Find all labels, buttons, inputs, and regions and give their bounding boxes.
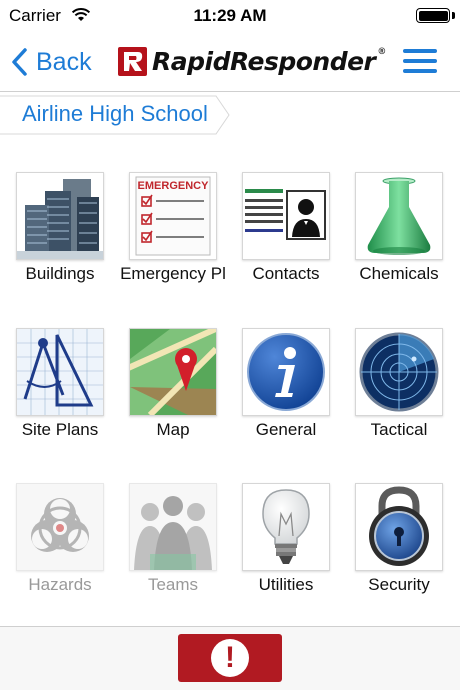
status-bar: Carrier 11:29 AM xyxy=(0,0,460,32)
tile-label: Site Plans xyxy=(21,420,99,439)
tile-label: Buildings xyxy=(25,264,95,283)
logo-text: RapidResponder ® xyxy=(152,46,386,76)
clock: 11:29 AM xyxy=(193,6,267,25)
app-logo: RapidResponder ® xyxy=(118,42,386,80)
tile-buildings[interactable]: Buildings xyxy=(5,172,115,302)
emergency-plan-image-text: EMERGENCY xyxy=(138,180,210,192)
tile-label: Map xyxy=(156,420,190,439)
tile-label: Security xyxy=(368,575,430,594)
battery-nub xyxy=(452,12,455,19)
tile-security[interactable]: Security xyxy=(344,483,454,613)
flask-icon xyxy=(355,172,443,260)
team-people-icon xyxy=(129,483,217,571)
tile-label: Hazards xyxy=(28,575,92,594)
tile-map[interactable]: Map xyxy=(118,328,228,458)
map-pin-icon xyxy=(129,328,217,416)
battery-icon xyxy=(416,8,450,23)
chevron-left-icon xyxy=(12,48,27,76)
tile-label: Contacts xyxy=(252,264,320,283)
tile-hazards[interactable]: Hazards xyxy=(5,483,115,613)
hamburger-menu-icon[interactable] xyxy=(403,49,437,75)
bottom-toolbar: ! xyxy=(0,626,460,690)
tile-label: Utilities xyxy=(258,575,314,594)
emergency-alert-button[interactable]: ! xyxy=(178,634,282,682)
light-bulb-icon xyxy=(242,483,330,571)
tile-utilities[interactable]: Utilities xyxy=(231,483,341,613)
nav-bar: Back RapidResponder ® xyxy=(0,32,460,92)
tile-site-plans[interactable]: Site Plans xyxy=(5,328,115,458)
tile-label: Emergency Pl xyxy=(120,264,226,283)
drafting-tools-icon xyxy=(16,328,104,416)
tile-teams[interactable]: Teams xyxy=(118,483,228,613)
back-label: Back xyxy=(36,47,92,76)
tile-emergency-plans[interactable]: EMERGENCY Emergency Pl xyxy=(118,172,228,302)
logo-mark-icon xyxy=(118,46,147,76)
emergency-plan-icon: EMERGENCY xyxy=(129,172,217,260)
tile-general[interactable]: General xyxy=(231,328,341,458)
exclamation-icon: ! xyxy=(211,639,249,677)
tile-label: General xyxy=(255,420,317,439)
tile-tactical[interactable]: Tactical xyxy=(344,328,454,458)
padlock-icon xyxy=(355,483,443,571)
tile-label: Chemicals xyxy=(359,264,439,283)
tile-label: Teams xyxy=(147,575,199,594)
buildings-icon xyxy=(16,172,104,260)
contacts-icon xyxy=(242,172,330,260)
biohazard-icon xyxy=(16,483,104,571)
breadcrumb[interactable]: Airline High School xyxy=(0,95,230,135)
info-icon xyxy=(242,328,330,416)
school-name: Airline High School xyxy=(22,101,208,126)
tile-label: Tactical xyxy=(370,420,428,439)
radar-icon xyxy=(355,328,443,416)
tile-contacts[interactable]: Contacts xyxy=(231,172,341,302)
tile-chemicals[interactable]: Chemicals xyxy=(344,172,454,302)
back-button[interactable]: Back xyxy=(10,42,92,82)
